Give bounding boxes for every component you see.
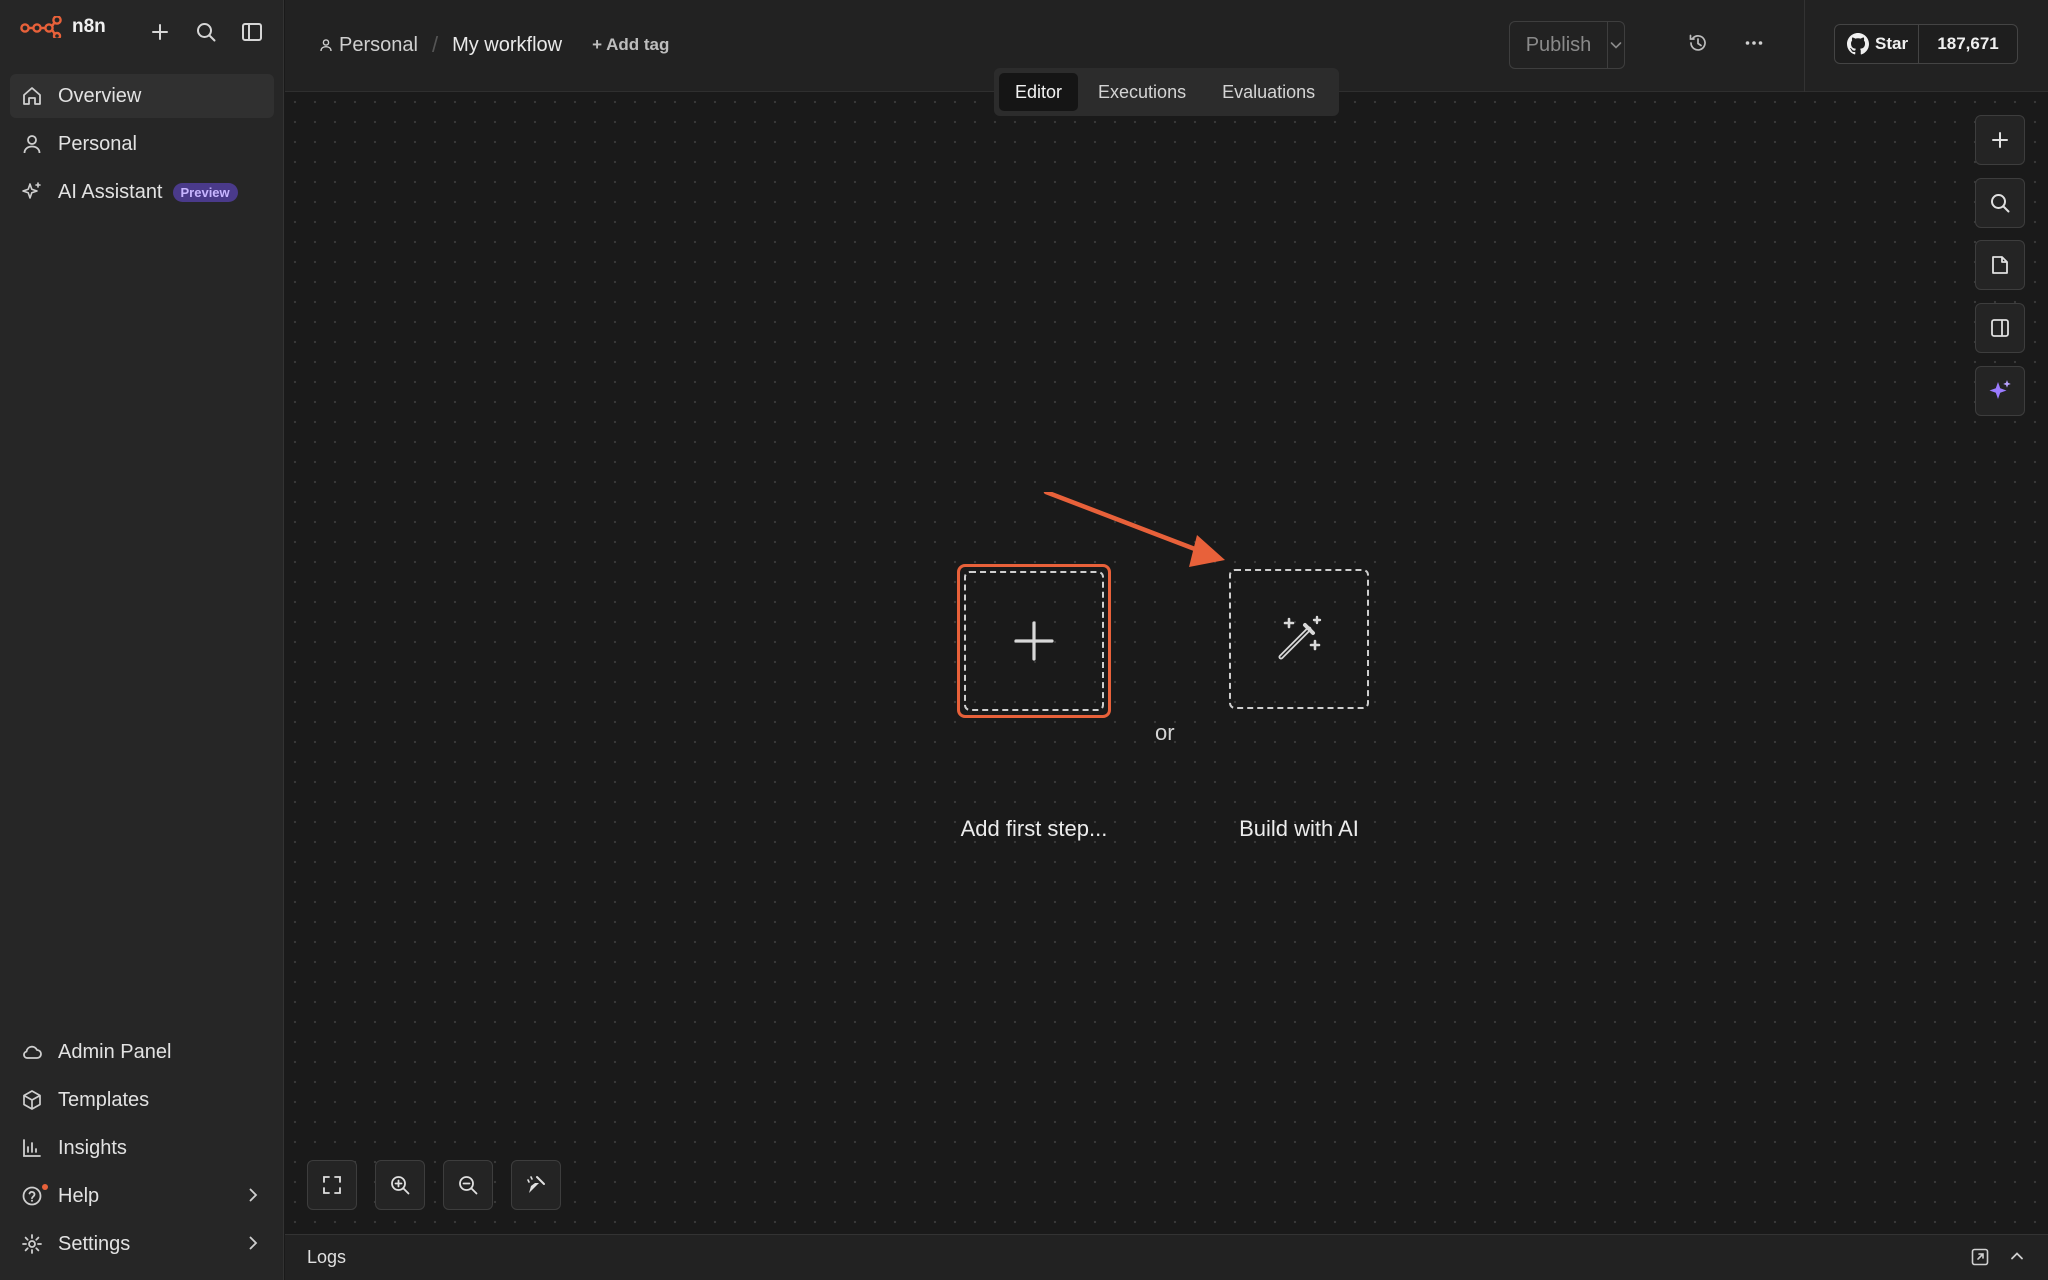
sidebar-item-templates[interactable]: Templates: [10, 1078, 274, 1122]
add-first-step-highlight: [957, 564, 1111, 718]
add-tag-button[interactable]: + Add tag: [592, 35, 669, 55]
sidebar-item-label: Settings: [58, 1232, 131, 1255]
help-circle-icon: [20, 1184, 44, 1208]
tab-executions[interactable]: Executions: [1082, 73, 1202, 111]
sidebar-item-label: Insights: [58, 1136, 127, 1159]
tab-editor[interactable]: Editor: [999, 73, 1079, 111]
github-star-button[interactable]: Star: [1835, 25, 1920, 63]
plus-icon: [1990, 130, 2010, 150]
build-with-ai-label: Build with AI: [1239, 816, 1359, 841]
sidebar-item-label: Overview: [58, 84, 142, 107]
sidebar: n8n Overview Personal AI Assistant Previ…: [0, 0, 284, 1280]
brand-name: n8n: [72, 16, 106, 37]
search-nodes-button[interactable]: [1975, 178, 2025, 228]
ai-assistant-button[interactable]: [1975, 366, 2025, 416]
github-star-count[interactable]: 187,671: [1919, 25, 2017, 63]
plus-icon: [1012, 619, 1056, 663]
add-first-step-button[interactable]: [964, 571, 1104, 711]
or-separator: or: [1155, 720, 1175, 745]
panel-right-icon: [1989, 317, 2011, 339]
add-icon[interactable]: [146, 18, 174, 46]
sidebar-item-ai-assistant[interactable]: AI Assistant Preview: [10, 170, 274, 214]
sidebar-item-label: Admin Panel: [58, 1040, 172, 1063]
publish-button-group: Publish: [1509, 21, 1625, 69]
breadcrumb-separator: /: [431, 32, 439, 57]
fit-view-button[interactable]: [307, 1160, 357, 1210]
build-with-ai-button[interactable]: [1229, 569, 1369, 709]
breadcrumb: Personal / My workflow + Add tag: [319, 32, 669, 58]
sidebar-item-insights[interactable]: Insights: [10, 1126, 274, 1170]
sidebar-item-help[interactable]: Help: [10, 1174, 274, 1218]
history-icon[interactable]: [1687, 32, 1709, 54]
chevron-right-icon: [244, 1186, 262, 1204]
chevron-up-icon[interactable]: [2008, 1247, 2026, 1265]
add-first-step-label: Add first step...: [960, 816, 1108, 841]
home-icon: [20, 84, 44, 108]
project-name: Personal: [339, 33, 418, 56]
preview-badge: Preview: [172, 182, 238, 202]
magic-wand-icon: [1271, 611, 1327, 667]
cloud-icon: [20, 1040, 44, 1064]
sticky-note-button[interactable]: [1975, 240, 2025, 290]
logs-bar[interactable]: Logs: [285, 1234, 2048, 1280]
box-icon: [20, 1088, 44, 1112]
more-options-icon[interactable]: [1743, 32, 1765, 54]
logo[interactable]: n8n: [20, 16, 106, 38]
sidebar-item-personal[interactable]: Personal: [10, 122, 274, 166]
zoom-in-icon: [389, 1174, 411, 1196]
sidebar-header: n8n: [20, 16, 270, 46]
logs-label: Logs: [307, 1247, 347, 1267]
sparkle-icon: [20, 180, 44, 204]
broom-icon: [525, 1174, 547, 1196]
toggle-sidebar-icon[interactable]: [238, 18, 266, 46]
header-divider: [1804, 0, 1805, 92]
publish-button[interactable]: Publish: [1510, 22, 1608, 68]
sidebar-item-admin-panel[interactable]: Admin Panel: [10, 1030, 274, 1074]
sidebar-item-label: Personal: [58, 132, 137, 155]
sidebar-item-settings[interactable]: Settings: [10, 1222, 274, 1266]
zoom-out-button[interactable]: [443, 1160, 493, 1210]
tidy-up-button[interactable]: [511, 1160, 561, 1210]
notification-dot: [42, 1184, 48, 1190]
sidebar-item-label: AI Assistant: [58, 180, 163, 203]
add-node-button[interactable]: [1975, 115, 2025, 165]
zoom-out-icon: [457, 1174, 479, 1196]
github-star-widget: Star 187,671: [1834, 24, 2018, 64]
toggle-panel-button[interactable]: [1975, 303, 2025, 353]
zoom-in-button[interactable]: [375, 1160, 425, 1210]
workflow-canvas[interactable]: Add first step... or Build with AI: [285, 92, 2048, 1234]
search-icon[interactable]: [192, 18, 220, 46]
fullscreen-icon: [321, 1174, 343, 1196]
publish-dropdown-button[interactable]: [1608, 22, 1624, 68]
chevron-down-icon: [1608, 37, 1624, 53]
user-icon: [319, 38, 333, 52]
tab-evaluations[interactable]: Evaluations: [1206, 73, 1331, 111]
chevron-right-icon: [244, 1234, 262, 1252]
sidebar-item-label: Templates: [58, 1088, 150, 1111]
user-icon: [20, 132, 44, 156]
search-icon: [1989, 192, 2011, 214]
popout-icon[interactable]: [1970, 1247, 1990, 1267]
ai-sparkle-icon: [1987, 378, 2013, 404]
github-icon: [1847, 33, 1869, 55]
n8n-logo-icon: [20, 16, 62, 38]
bar-chart-icon: [20, 1136, 44, 1160]
workflow-name[interactable]: My workflow: [452, 34, 562, 57]
sticky-note-icon: [1989, 254, 2011, 276]
gear-icon: [20, 1232, 44, 1256]
view-tabs: Editor Executions Evaluations: [994, 68, 1339, 116]
sidebar-item-overview[interactable]: Overview: [10, 74, 274, 118]
breadcrumb-project[interactable]: Personal: [319, 34, 418, 57]
star-label: Star: [1875, 34, 1909, 53]
sidebar-item-label: Help: [58, 1184, 100, 1207]
